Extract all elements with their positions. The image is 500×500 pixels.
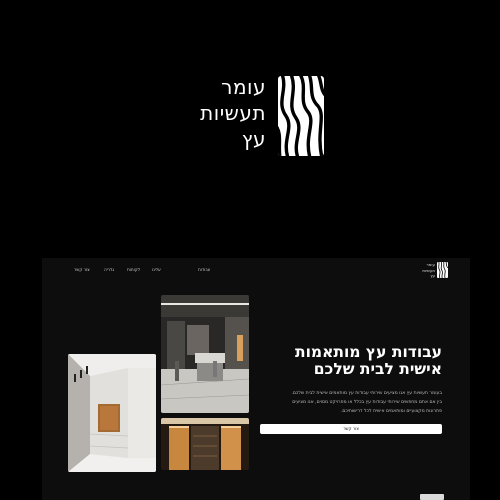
hero-title-line-1: עבודות עץ מותאמות	[294, 343, 442, 361]
brand-name-line-1: עומר	[221, 75, 266, 99]
lit-wood-closet-photo	[161, 418, 249, 470]
brand-name: עומר תעשיות עץ	[200, 74, 266, 152]
nav-logo-text: עומר תעשיות עץ	[422, 262, 435, 279]
nav-menu: עבודות עלינו לקוחות גלריה צור קשר	[56, 267, 216, 275]
hallway-cabinets-photo	[68, 354, 156, 472]
wood-grain-icon	[437, 262, 448, 278]
next-section-heading	[420, 494, 444, 500]
top-nav: עומר תעשיות עץ עבודות עלינו לקוחות גלריה…	[42, 258, 470, 284]
nav-logo-line-3: עץ	[430, 273, 435, 278]
nav-logo[interactable]: עומר תעשיות עץ	[418, 262, 448, 280]
hero-text-line-3: פתרונות מקצועיים ומותאמים אישית לכל דריש…	[340, 409, 442, 414]
brand-logo: עומר תעשיות עץ	[176, 74, 326, 158]
nav-item-gallery[interactable]: גלריה	[104, 267, 114, 272]
hero-title: עבודות עץ מותאמות אישית לבית שלכם	[272, 344, 442, 378]
hero-text-line-1: בעומר תעשיות עץ אנו מציעים שירותי עבודות…	[291, 391, 442, 396]
website-mockup: עומר תעשיות עץ עבודות עלינו לקוחות גלריה…	[42, 258, 470, 500]
hero-description: בעומר תעשיות עץ אנו מציעים שירותי עבודות…	[232, 389, 442, 416]
nav-item-about[interactable]: עלינו	[152, 267, 161, 272]
brand-name-line-3: עץ	[241, 127, 266, 151]
nav-item-works[interactable]: עבודות	[198, 267, 210, 272]
nav-item-clients[interactable]: לקוחות	[127, 267, 140, 272]
nav-item-contact[interactable]: צור קשר	[74, 267, 90, 272]
hero-text-line-2: בין אם אתם מחפשים שירותי עבודות עץ בכלל …	[292, 400, 442, 405]
contact-button[interactable]: צור קשר	[260, 424, 442, 434]
hero-title-line-2: אישית לבית שלכם	[313, 360, 442, 378]
brand-name-line-2: תעשיות	[200, 101, 266, 125]
wood-grain-icon	[278, 76, 324, 156]
